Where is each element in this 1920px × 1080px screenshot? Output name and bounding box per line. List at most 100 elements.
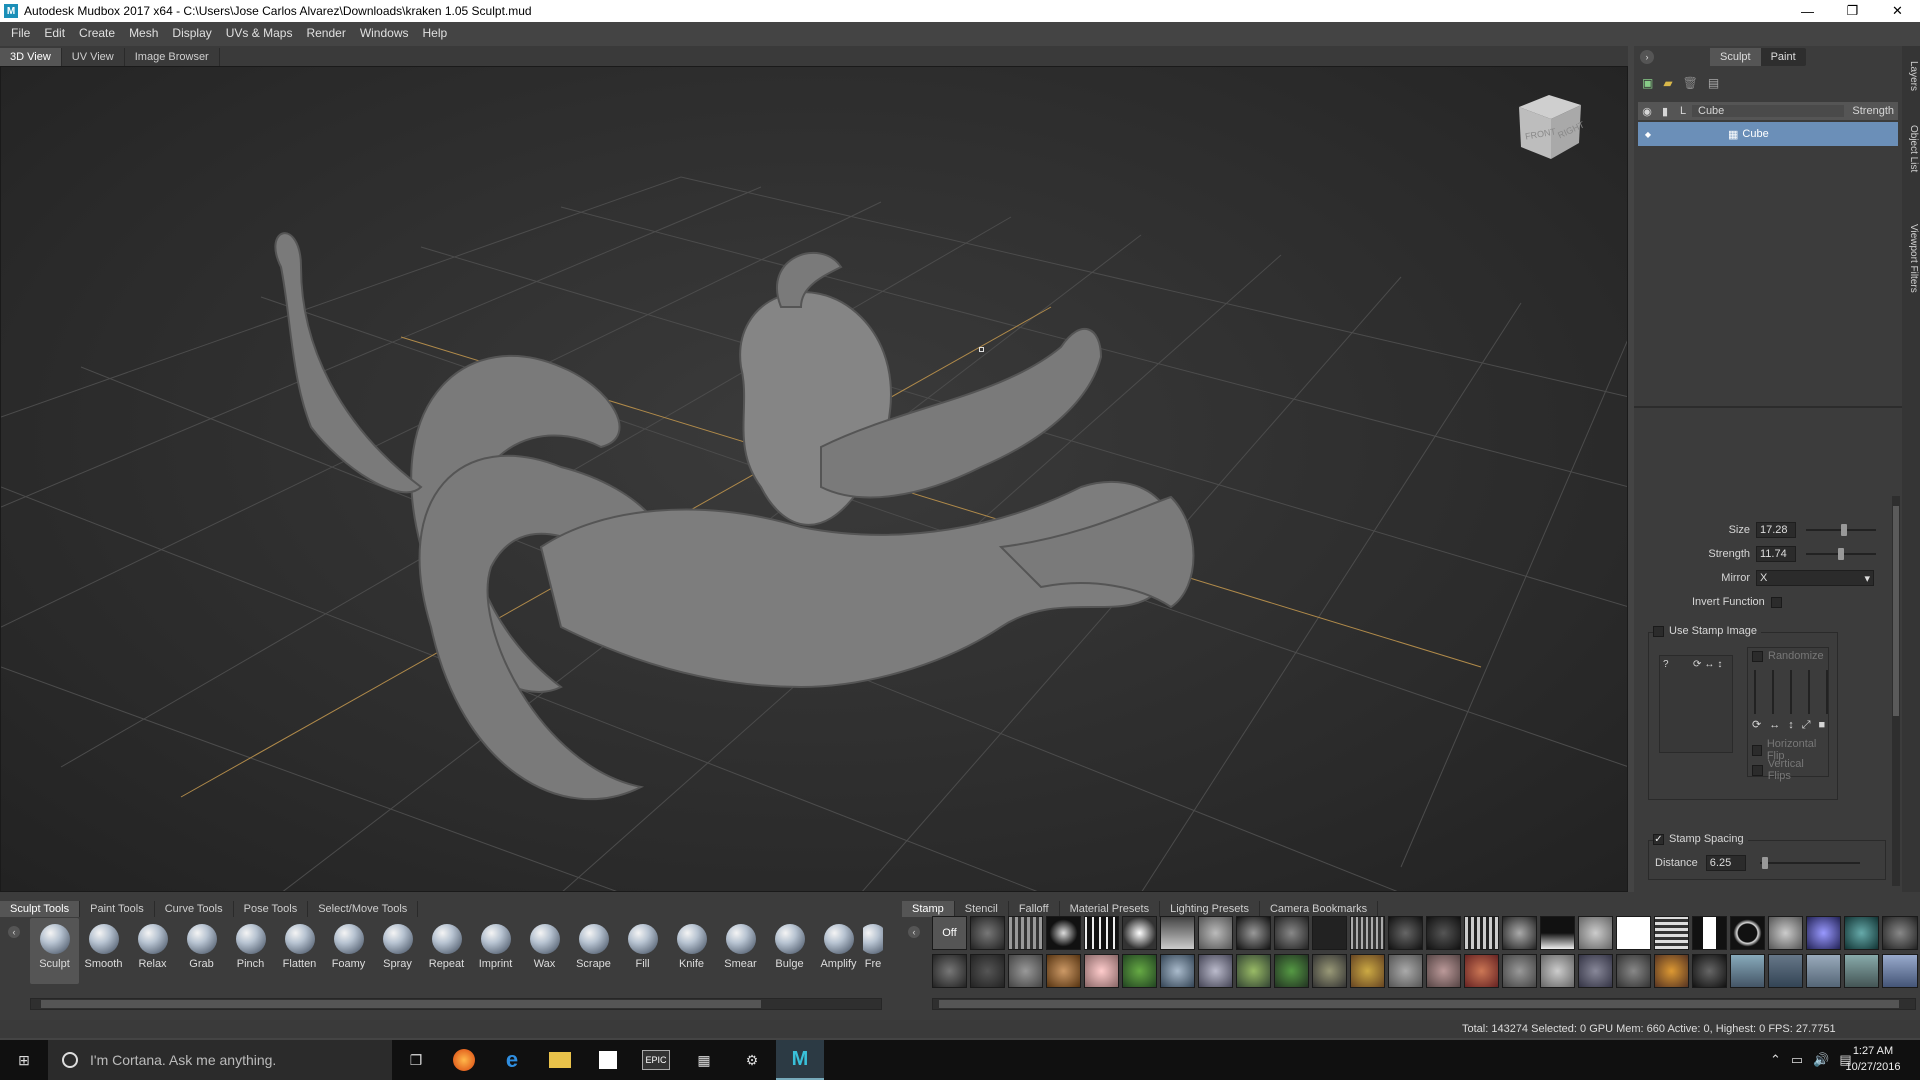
- cortana-search[interactable]: I'm Cortana. Ask me anything.: [48, 1040, 392, 1080]
- file-explorer-icon[interactable]: [536, 1040, 584, 1080]
- layer-row-cube[interactable]: ◆ ▦ Cube: [1638, 122, 1898, 146]
- horizontal-flip-checkbox[interactable]: [1752, 744, 1762, 756]
- minimize-icon[interactable]: —: [1785, 0, 1830, 22]
- eye-icon[interactable]: ◉: [1638, 105, 1656, 118]
- tool-wax[interactable]: Wax: [520, 918, 569, 984]
- stamp-thumbnail[interactable]: [1122, 954, 1157, 988]
- tool-repeat[interactable]: Repeat: [422, 918, 471, 984]
- stamp-help-icon[interactable]: ?: [1663, 659, 1669, 670]
- tools-scroll-left-icon[interactable]: ‹: [8, 926, 20, 938]
- tool-spray[interactable]: Spray: [373, 918, 422, 984]
- viewcube[interactable]: FRONT RIGHT: [1509, 87, 1587, 165]
- collapse-panel-icon[interactable]: ›: [1640, 50, 1654, 64]
- stamp-thumbnail[interactable]: [1692, 954, 1727, 988]
- tab-lighting-presets[interactable]: Lighting Presets: [1160, 901, 1260, 917]
- stamp-thumbnail[interactable]: [1806, 916, 1841, 950]
- stamps-scrollbar[interactable]: [932, 998, 1916, 1010]
- stamp-thumbnail[interactable]: [1844, 916, 1879, 950]
- mode-paint[interactable]: Paint: [1761, 48, 1806, 66]
- task-view-icon[interactable]: ❐: [392, 1040, 440, 1080]
- stamp-thumbnail[interactable]: [1768, 954, 1803, 988]
- stamp-thumbnail[interactable]: [1616, 916, 1651, 950]
- stamp-transform-icons[interactable]: ⟳↔↕: [1693, 659, 1725, 670]
- stamp-thumbnail[interactable]: [1350, 916, 1385, 950]
- menu-mesh[interactable]: Mesh: [122, 26, 165, 40]
- invert-function-checkbox[interactable]: [1770, 596, 1782, 608]
- menu-render[interactable]: Render: [299, 26, 352, 40]
- tool-smooth[interactable]: Smooth: [79, 918, 128, 984]
- stamp-thumbnail[interactable]: [1730, 916, 1765, 950]
- calculator-icon[interactable]: ▦: [680, 1040, 728, 1080]
- menu-help[interactable]: Help: [416, 26, 455, 40]
- stamp-thumbnail[interactable]: [1502, 916, 1537, 950]
- use-stamp-image-checkbox[interactable]: [1653, 625, 1664, 637]
- menu-edit[interactable]: Edit: [37, 26, 72, 40]
- tool-flatten[interactable]: Flatten: [275, 918, 324, 984]
- tool-pinch[interactable]: Pinch: [226, 918, 275, 984]
- tab-select-move-tools[interactable]: Select/Move Tools: [308, 901, 419, 917]
- tool-smear[interactable]: Smear: [716, 918, 765, 984]
- stamp-thumbnail[interactable]: [1046, 954, 1081, 988]
- tab-uv-view[interactable]: UV View: [62, 48, 125, 66]
- stamp-thumbnail[interactable]: [1806, 954, 1841, 988]
- stamp-thumbnail[interactable]: [1540, 916, 1575, 950]
- stamp-thumbnail[interactable]: [1084, 954, 1119, 988]
- randomize-sliders[interactable]: [1754, 670, 1828, 714]
- menu-create[interactable]: Create: [72, 26, 122, 40]
- clock[interactable]: 1:27 AM 10/27/2016: [1836, 1043, 1910, 1075]
- stamps-scroll-left-icon[interactable]: ‹: [908, 926, 920, 938]
- epic-games-icon[interactable]: EPIC: [632, 1040, 680, 1080]
- vertical-flip-checkbox[interactable]: [1752, 764, 1763, 776]
- lock-icon[interactable]: ▮: [1656, 105, 1674, 118]
- stamp-thumbnail[interactable]: [1046, 916, 1081, 950]
- stamp-thumbnail[interactable]: [1274, 916, 1309, 950]
- tab-image-browser[interactable]: Image Browser: [125, 48, 220, 66]
- stamp-thumbnail[interactable]: [1426, 916, 1461, 950]
- randomize-checkbox[interactable]: [1752, 650, 1763, 662]
- tool-foamy[interactable]: Foamy: [324, 918, 373, 984]
- stamp-thumbnail[interactable]: [1008, 916, 1043, 950]
- visible-dot-icon[interactable]: ◆: [1638, 130, 1658, 139]
- stamp-thumbnail[interactable]: [970, 954, 1005, 988]
- distance-slider[interactable]: [1759, 857, 1860, 869]
- stamp-thumbnail[interactable]: [1122, 916, 1157, 950]
- tool-sculpt[interactable]: Sculpt: [30, 918, 79, 984]
- stamp-thumbnail[interactable]: [1730, 954, 1765, 988]
- tab-pose-tools[interactable]: Pose Tools: [234, 901, 309, 917]
- tool-relax[interactable]: Relax: [128, 918, 177, 984]
- strength-slider[interactable]: [1806, 548, 1876, 560]
- tab-sculpt-tools[interactable]: Sculpt Tools: [0, 901, 81, 917]
- random-transform-icons[interactable]: ⟳↔↕⤢■: [1752, 718, 1833, 732]
- panel-scrollbar-thumb[interactable]: [1893, 506, 1899, 716]
- stamp-thumbnail[interactable]: [1464, 916, 1499, 950]
- stamp-thumbnail[interactable]: [1578, 916, 1613, 950]
- side-tab-viewport-filters[interactable]: Viewport Filters: [1903, 198, 1919, 318]
- close-icon[interactable]: ✕: [1875, 0, 1920, 22]
- size-field[interactable]: 17.28: [1756, 522, 1796, 538]
- new-layer-icon[interactable]: ▣: [1642, 76, 1653, 90]
- stamp-thumbnail[interactable]: [1616, 954, 1651, 988]
- tab-stencil[interactable]: Stencil: [955, 901, 1009, 917]
- stamp-thumbnail[interactable]: [1844, 954, 1879, 988]
- stamp-thumbnail[interactable]: [1198, 954, 1233, 988]
- mirror-select[interactable]: X ▾: [1756, 570, 1874, 586]
- stamp-thumbnail[interactable]: [1350, 954, 1385, 988]
- stamp-thumbnail[interactable]: [1578, 954, 1613, 988]
- stamp-thumbnail[interactable]: [1540, 954, 1575, 988]
- 3d-viewport[interactable]: FRONT RIGHT: [0, 66, 1628, 892]
- windows-start-icon[interactable]: ⊞: [0, 1040, 48, 1080]
- merge-layer-icon[interactable]: ▤: [1708, 76, 1719, 90]
- tab-material-presets[interactable]: Material Presets: [1060, 901, 1161, 917]
- stamp-thumbnail[interactable]: [1654, 954, 1689, 988]
- stamp-thumbnail[interactable]: [1882, 954, 1918, 988]
- tools-scrollbar-thumb[interactable]: [41, 1000, 761, 1008]
- battery-icon[interactable]: ▭: [1791, 1052, 1803, 1068]
- side-tab-layers[interactable]: Layers: [1903, 52, 1919, 100]
- stamp-thumbnail[interactable]: [1502, 954, 1537, 988]
- tool-amplify[interactable]: Amplify: [814, 918, 863, 984]
- mode-sculpt[interactable]: Sculpt: [1710, 48, 1761, 66]
- stamp-thumbnail[interactable]: [1160, 954, 1195, 988]
- strength-field[interactable]: 11.74: [1756, 546, 1796, 562]
- tool-imprint[interactable]: Imprint: [471, 918, 520, 984]
- stamp-thumbnail[interactable]: [1388, 916, 1423, 950]
